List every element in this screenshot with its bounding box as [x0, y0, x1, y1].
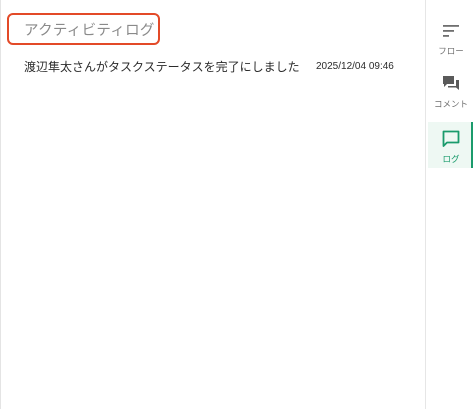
rail-item-flow-label: フロー: [438, 47, 464, 57]
log-main-area: アクティビティログ 渡辺隼太さんがタスクステータスを完了にしました 2025/1…: [1, 0, 425, 409]
activity-panel: アクティビティログ 渡辺隼太さんがタスクステータスを完了にしました 2025/1…: [0, 0, 473, 409]
log-chat-icon: [442, 130, 460, 147]
rail-item-comments[interactable]: コメント: [428, 73, 473, 119]
flow-icon: [443, 25, 459, 37]
activity-log-title: アクティビティログ: [24, 22, 155, 39]
comments-icon: [443, 76, 459, 90]
rail-item-log[interactable]: ログ: [428, 122, 473, 168]
rail-item-comments-label: コメント: [433, 100, 468, 110]
rail-item-flow[interactable]: フロー: [428, 20, 473, 66]
log-entry: 渡辺隼太さんがタスクステータスを完了にしました 2025/12/04 09:46: [24, 57, 409, 97]
log-entry-timestamp: 2025/12/04 09:46: [316, 61, 394, 72]
activity-log-title-box: アクティビティログ: [7, 13, 160, 45]
right-side-rail: フロー コメント ログ: [425, 0, 473, 409]
log-entry-message: 渡辺隼太さんがタスクステータスを完了にしました: [24, 60, 300, 74]
rail-item-log-label: ログ: [442, 155, 460, 165]
